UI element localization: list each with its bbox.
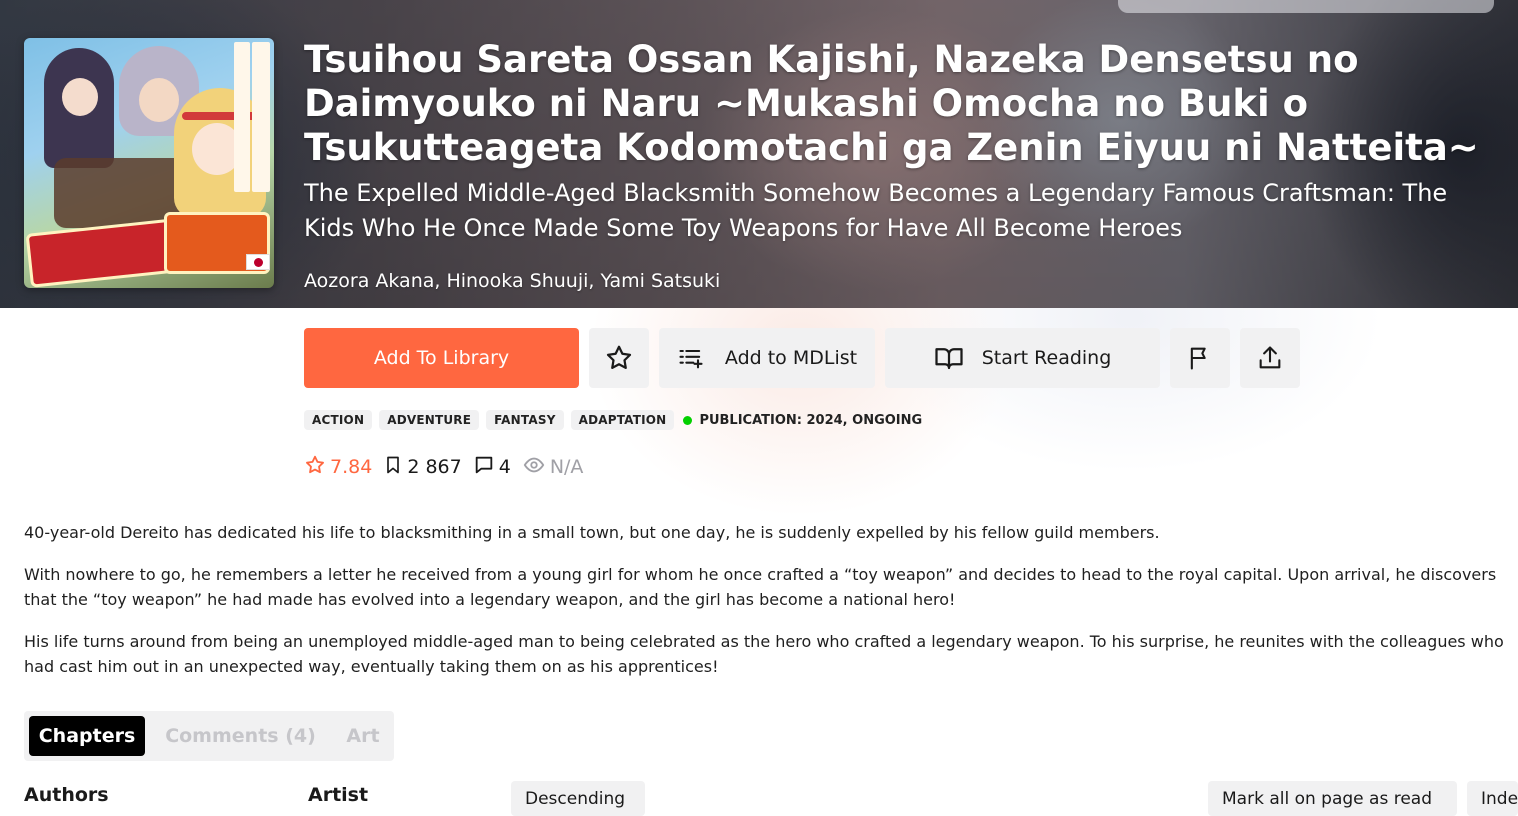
artist-heading: Artist [308, 784, 369, 806]
bookmark-icon [383, 454, 403, 481]
cover-character-face [139, 78, 179, 122]
rating-value: 7.84 [330, 456, 373, 478]
views-stat: N/A [522, 454, 584, 481]
comments-stat[interactable]: 4 [473, 454, 511, 481]
japan-flag-icon [246, 254, 270, 270]
share-icon [1256, 344, 1284, 372]
publication-status: PUBLICATION: 2024, ONGOING [683, 413, 922, 428]
tag-adventure[interactable]: ADVENTURE [379, 410, 480, 430]
rating-stat[interactable]: 7.84 [304, 454, 372, 481]
cover-character-face [62, 78, 98, 116]
list-add-icon [677, 344, 705, 372]
follows-stat: 2 867 [383, 454, 462, 481]
share-button[interactable] [1240, 328, 1300, 388]
description-paragraph: With nowhere to go, he remembers a lette… [24, 565, 1497, 609]
cover-subtitle-strip [252, 42, 270, 192]
start-reading-button[interactable]: Start Reading [885, 328, 1160, 388]
search-bar[interactable] [1118, 0, 1494, 13]
tab-comments[interactable]: Comments (4) [155, 716, 326, 756]
views-value: N/A [549, 456, 584, 478]
tab-bar: Chapters Comments (4) Art [24, 711, 394, 761]
publication-text: PUBLICATION: 2024, ONGOING [699, 412, 923, 428]
author-links[interactable]: Aozora Akana, Hinooka Shuuji, Yami Satsu… [304, 270, 720, 292]
cover-image[interactable] [24, 38, 274, 288]
tag-adaptation[interactable]: ADAPTATION [570, 410, 675, 430]
star-icon [604, 343, 634, 373]
report-button[interactable] [1170, 328, 1230, 388]
add-to-library-button[interactable]: Add To Library [304, 328, 579, 388]
tag-fantasy[interactable]: FANTASY [486, 410, 564, 430]
status-dot-icon [683, 415, 693, 425]
cover-subtitle-strip [234, 42, 250, 192]
tab-art[interactable]: Art [336, 716, 390, 756]
cover-logo [25, 218, 181, 288]
tab-chapters[interactable]: Chapters [29, 716, 145, 756]
star-outline-icon [304, 454, 326, 481]
book-icon [934, 343, 964, 373]
stats-row: 7.84 2 867 4 N/A [304, 454, 594, 480]
manga-title: Tsuihou Sareta Ossan Kajishi, Nazeka Den… [304, 38, 1479, 169]
description-paragraph: His life turns around from being an unem… [24, 632, 1504, 676]
description: 40-year-old Dereito has dedicated his li… [24, 520, 1518, 696]
eye-icon [522, 454, 546, 481]
comment-icon [473, 454, 495, 481]
sort-order-button[interactable]: Descending [511, 781, 645, 816]
flag-icon [1186, 344, 1214, 372]
mark-all-read-button[interactable]: Mark all on page as read [1208, 781, 1457, 816]
banner: Tsuihou Sareta Ossan Kajishi, Nazeka Den… [0, 0, 1518, 308]
tag-action[interactable]: ACTION [304, 410, 373, 430]
tag-list: ACTION ADVENTURE FANTASY ADAPTATION PUBL… [304, 409, 922, 431]
description-paragraph: 40-year-old Dereito has dedicated his li… [24, 523, 1160, 542]
index-button[interactable]: Index [1467, 781, 1518, 816]
follows-value: 2 867 [407, 456, 462, 478]
add-to-mdlist-button[interactable]: Add to MDList [659, 328, 875, 388]
authors-heading: Authors [24, 784, 109, 806]
rate-button[interactable] [589, 328, 649, 388]
alt-title: The Expelled Middle-Aged Blacksmith Some… [304, 179, 1448, 242]
start-reading-label: Start Reading [981, 347, 1112, 369]
add-to-library-label: Add To Library [373, 347, 510, 369]
add-to-mdlist-label: Add to MDList [724, 347, 858, 369]
comments-value: 4 [498, 456, 511, 478]
